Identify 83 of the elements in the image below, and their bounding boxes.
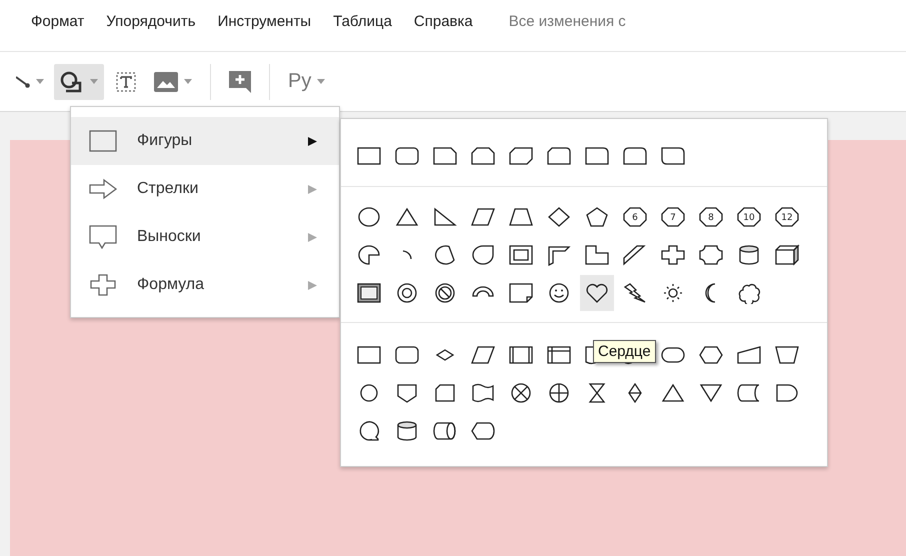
plus-icon	[89, 274, 117, 296]
rectangle-icon	[356, 344, 382, 366]
menu-item[interactable]: Таблица	[333, 13, 392, 30]
menu-item[interactable]: Формат	[31, 13, 84, 30]
menu-option[interactable]: Формула	[71, 261, 339, 309]
shape-icon	[356, 282, 382, 304]
shape-icon	[432, 420, 458, 442]
menu-option[interactable]: Выноски	[71, 213, 339, 261]
menu-item[interactable]: Инструменты	[218, 13, 312, 30]
shape-icon	[736, 382, 762, 404]
shape-option[interactable]: 8	[694, 199, 728, 235]
heart-icon	[584, 282, 610, 304]
shape-icon	[470, 382, 496, 404]
shape-icon	[356, 244, 382, 266]
shape-icon	[470, 420, 496, 442]
menu-option[interactable]: Фигуры	[71, 117, 339, 165]
line-icon	[16, 76, 30, 88]
shapes-icon	[60, 70, 84, 92]
shape-icon	[698, 382, 724, 404]
tooltip: Сердце	[593, 340, 656, 363]
shape-icon	[546, 145, 572, 167]
shape-icon	[584, 244, 610, 266]
shape-icon	[508, 145, 534, 167]
submenu-arrow-icon	[308, 184, 317, 194]
polygon-icon: 8	[698, 206, 724, 228]
polygon-icon: 10	[736, 206, 762, 228]
shape-icon	[660, 382, 686, 404]
polygon-icon: 12	[774, 206, 800, 228]
pentagon-icon	[584, 206, 610, 228]
polygon-icon: 6	[622, 206, 648, 228]
cloud-icon	[736, 282, 762, 304]
shape-icon	[508, 206, 534, 228]
triangle-icon	[394, 206, 420, 228]
rectangle-icon	[89, 130, 117, 152]
shape-icon	[432, 145, 458, 167]
text-box-icon	[114, 70, 138, 94]
speech-bubble-icon	[89, 225, 117, 249]
shape-icon	[508, 244, 534, 266]
arc-icon	[402, 250, 412, 260]
submenu-arrow-icon	[308, 232, 317, 242]
arrow-icon	[89, 178, 117, 200]
rounded-rectangle-icon	[394, 145, 420, 167]
ellipse-icon	[356, 206, 382, 228]
polygon-icon: 7	[660, 206, 686, 228]
shape-icon	[660, 145, 686, 167]
shape-icon	[622, 244, 648, 266]
shape-icon	[470, 206, 496, 228]
cross-icon	[660, 244, 686, 266]
cube-icon	[774, 244, 800, 266]
save-status: Все изменения с	[508, 13, 626, 30]
shape-icon	[622, 145, 648, 167]
menu-option[interactable]: Стрелки	[71, 165, 339, 213]
shape-icon	[774, 344, 800, 366]
shape-icon	[470, 344, 496, 366]
shape-option[interactable]: 6	[618, 199, 652, 235]
shape-icon	[470, 145, 496, 167]
shape-icon	[584, 145, 610, 167]
shape-icon	[470, 244, 496, 266]
rounded-rectangle-icon	[394, 344, 420, 366]
shape-icon	[432, 206, 458, 228]
shape-icon	[508, 344, 534, 366]
rectangle-icon	[356, 145, 382, 167]
shape-icon	[546, 244, 572, 266]
shape-icon	[736, 344, 762, 366]
shape-option[interactable]: 12	[770, 199, 804, 235]
input-tools-button[interactable]: Ру	[282, 64, 332, 100]
submenu-arrow-icon	[308, 136, 317, 146]
add-comment-icon	[229, 70, 251, 92]
shape-option[interactable]	[580, 275, 614, 311]
shape-icon	[698, 344, 724, 366]
diamond-icon	[546, 206, 572, 228]
menu-item[interactable]: Справка	[414, 13, 473, 30]
shape-icon	[774, 382, 800, 404]
shape-icon	[508, 282, 534, 304]
shape-option[interactable]: 10	[732, 199, 766, 235]
toolbar-button[interactable]	[54, 64, 104, 100]
image-icon	[154, 72, 178, 92]
menu-item[interactable]: Упорядочить	[106, 13, 196, 30]
shape-icon	[546, 344, 572, 366]
shape-option[interactable]: 7	[656, 199, 690, 235]
submenu-arrow-icon	[308, 280, 317, 290]
shape-icon	[698, 244, 724, 266]
lightning-icon	[622, 282, 648, 304]
